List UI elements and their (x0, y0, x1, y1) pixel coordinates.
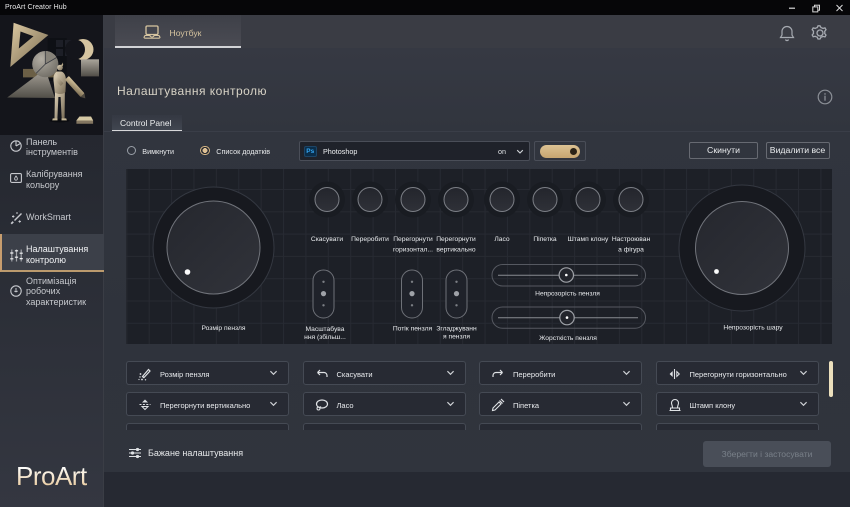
svg-text:я пензля: я пензля (443, 334, 470, 341)
svg-text:Піпетка: Піпетка (533, 235, 557, 243)
svg-text:горизонтал...: горизонтал... (393, 247, 433, 254)
svg-text:Згладжуванн: Згладжуванн (436, 326, 477, 333)
svg-text:а фігура: а фігура (618, 246, 644, 254)
svg-text:Перегорнути: Перегорнути (393, 236, 433, 243)
svg-text:Ласо: Ласо (494, 236, 510, 243)
svg-text:Перегорнути: Перегорнути (436, 236, 476, 243)
svg-text:Жорсткість пензля: Жорсткість пензля (539, 334, 597, 342)
svg-text:Непрозорість пензля: Непрозорість пензля (535, 290, 600, 298)
svg-text:Потік пензля: Потік пензля (393, 325, 433, 333)
svg-text:ння (збільш...: ння (збільш... (304, 333, 346, 341)
svg-text:Непрозорість шару: Непрозорість шару (723, 324, 783, 332)
svg-text:Настроюван: Настроюван (612, 236, 651, 243)
svg-text:Масштабува: Масштабува (305, 325, 344, 333)
svg-text:вертикально: вертикально (436, 247, 475, 254)
svg-text:Розмір пензля: Розмір пензля (201, 324, 245, 332)
svg-text:Скасувати: Скасувати (311, 236, 343, 243)
svg-text:Переробити: Переробити (351, 235, 389, 243)
svg-text:Штамп клону: Штамп клону (568, 236, 609, 243)
